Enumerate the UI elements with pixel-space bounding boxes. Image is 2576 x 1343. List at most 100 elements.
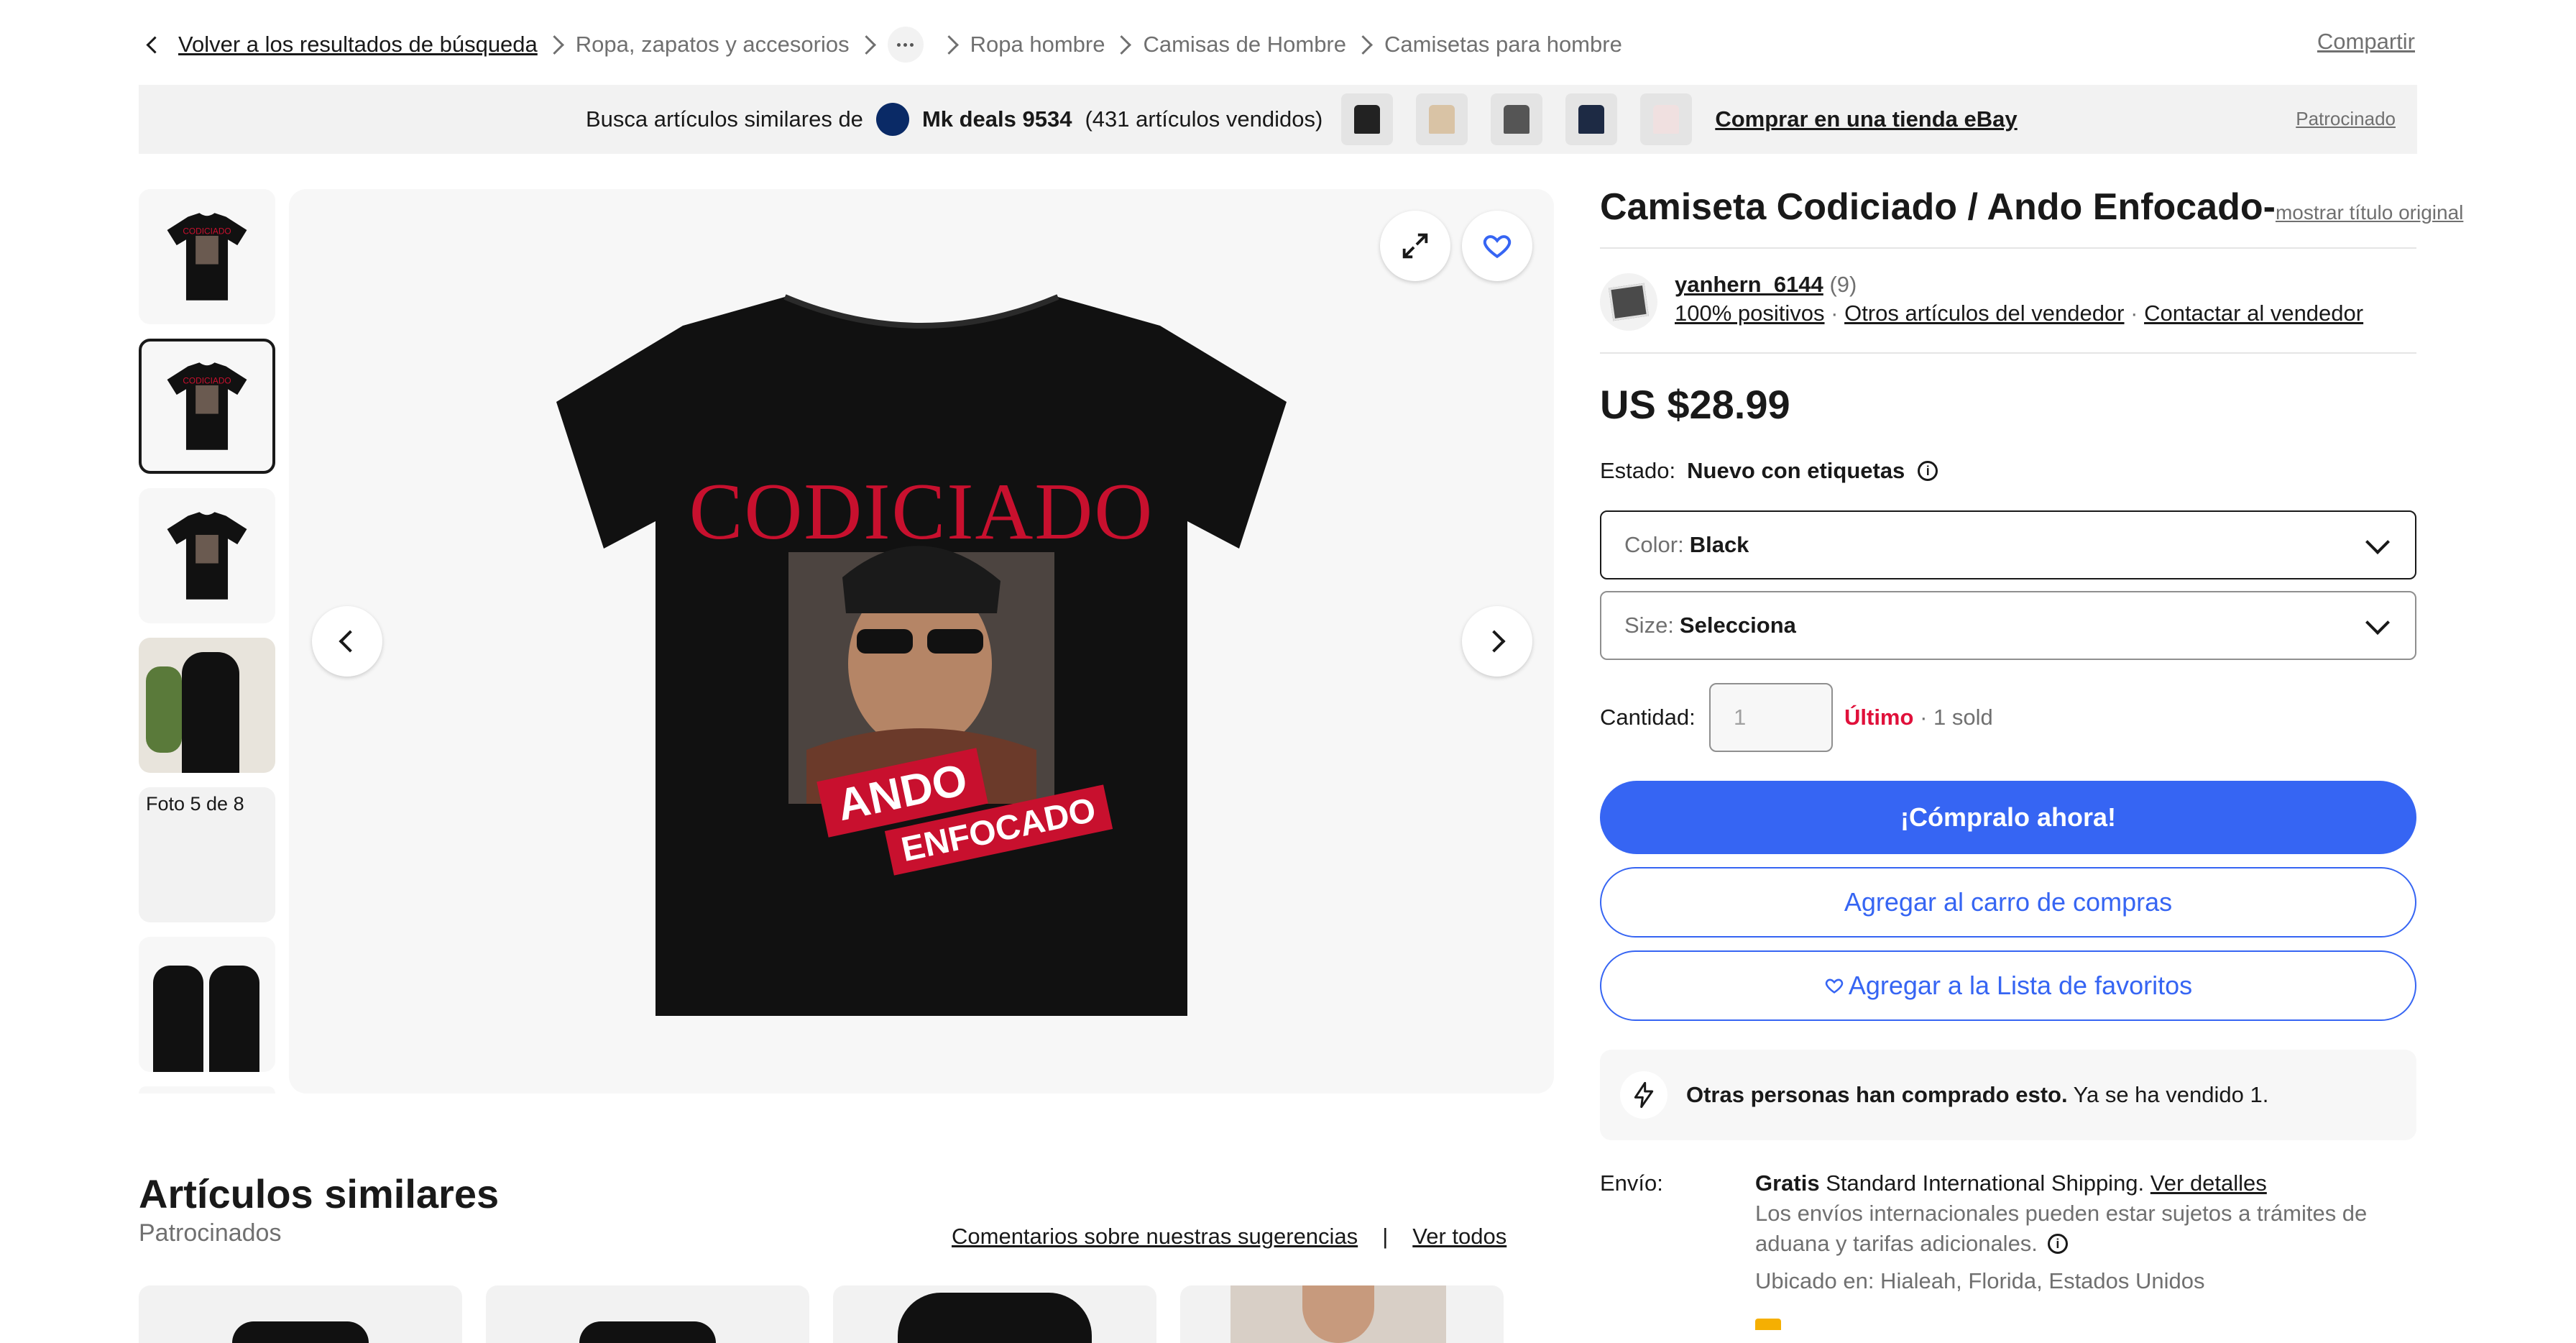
sold-count: · 1 sold <box>1920 705 1993 730</box>
photo-counter: Foto 5 de 8 <box>146 793 244 815</box>
tshirt-thumb-icon <box>167 512 247 600</box>
fullscreen-button[interactable] <box>1380 211 1450 281</box>
similar-thumb[interactable] <box>1640 93 1693 145</box>
main-product-image[interactable]: CODICIADO ANDO ENFOCADO <box>289 189 1554 1094</box>
add-to-watchlist-button[interactable]: Agregar a la Lista de favoritos <box>1600 950 2416 1021</box>
condition-row: Estado: Nuevo con etiquetas i <box>1600 458 1938 484</box>
quantity-input[interactable]: 1 <box>1709 683 1833 752</box>
tshirt-thumb-icon: CODICIADO <box>167 362 247 450</box>
price: US $28.99 <box>1600 382 1790 427</box>
print-top-text: CODICIADO <box>689 467 1154 556</box>
similar-item-card[interactable] <box>486 1285 809 1343</box>
breadcrumb-item-men[interactable]: Ropa hombre <box>970 32 1105 58</box>
item-location: Ubicado en: Hialeah, Florida, Estados Un… <box>1755 1268 2205 1293</box>
back-to-results-link[interactable]: Volver a los resultados de búsqueda <box>178 32 538 58</box>
gallery-thumb[interactable] <box>139 488 275 623</box>
tshirt-image <box>556 294 1287 1016</box>
seller-links-row: 100% positivos · Otros artículos del ven… <box>1675 301 2364 326</box>
breadcrumb-item-tshirts[interactable]: Camisetas para hombre <box>1384 32 1622 58</box>
color-label: Color: <box>1624 532 1684 557</box>
similar-thumb[interactable] <box>1416 93 1468 145</box>
similar-bar-content: Busca artículos similares de Mk deals 95… <box>586 85 2018 154</box>
store-logo-icon[interactable] <box>875 103 909 136</box>
info-icon[interactable]: i <box>1918 461 1938 481</box>
svg-text:CODICIADO: CODICIADO <box>183 226 231 236</box>
similar-thumb[interactable] <box>1341 93 1394 145</box>
quantity-status: Último · 1 sold <box>1844 705 1993 730</box>
chevron-left-icon[interactable] <box>146 35 164 54</box>
quantity-label: Cantidad: <box>1600 705 1696 730</box>
seller-avatar[interactable] <box>1600 273 1657 331</box>
size-label: Size: <box>1624 613 1674 638</box>
store-name[interactable]: Mk deals 9534 <box>922 106 1072 132</box>
similar-items-bar: Busca artículos similares de Mk deals 95… <box>139 85 2417 154</box>
gallery-thumb[interactable] <box>139 638 275 773</box>
buy-now-button[interactable]: ¡Cómpralo ahora! <box>1600 781 2416 854</box>
photo-counter-tile: Foto 5 de 8 <box>139 787 275 922</box>
color-value: Black <box>1689 532 1749 557</box>
social-proof-bold: Otras personas han comprado esto. <box>1686 1082 2068 1107</box>
see-all-link[interactable]: Ver todos <box>1412 1224 1506 1250</box>
product-title-block: Camiseta Codiciado / Ando Enfocado-mostr… <box>1600 185 2463 229</box>
lightning-icon <box>1620 1071 1668 1119</box>
divider <box>1600 247 2416 249</box>
heart-icon <box>1483 235 1512 259</box>
next-image-button[interactable] <box>1462 606 1532 677</box>
chevron-right-icon <box>856 35 876 55</box>
chevron-right-icon <box>1112 35 1132 55</box>
similar-item-card[interactable] <box>1180 1285 1504 1343</box>
previous-image-button[interactable] <box>312 606 382 677</box>
share-link[interactable]: Compartir <box>2317 29 2415 55</box>
svg-text:CODICIADO: CODICIADO <box>183 375 231 385</box>
chevron-right-icon <box>939 35 959 55</box>
shipping-note-2: aduana y tarifas adicionales. <box>1755 1231 2038 1256</box>
shipping-details-link[interactable]: Ver detalles <box>2150 1170 2267 1196</box>
seller-other-items-link[interactable]: Otros artículos del vendedor <box>1844 301 2124 326</box>
shop-store-link[interactable]: Comprar en una tienda eBay <box>1715 106 2017 132</box>
shipping-free: Gratis <box>1755 1170 1820 1196</box>
similar-item-card[interactable] <box>139 1285 462 1343</box>
social-proof-text: Ya se ha vendido 1. <box>2073 1082 2269 1107</box>
watch-heart-button[interactable] <box>1462 211 1532 281</box>
shipping-note-2-row: aduana y tarifas adicionales. i <box>1755 1231 2068 1257</box>
tshirt-thumb-icon: CODICIADO <box>167 213 247 301</box>
heart-icon <box>1825 978 1844 994</box>
size-select[interactable]: Size: Selecciona <box>1600 591 2416 660</box>
breadcrumb: Volver a los resultados de búsqueda Ropa… <box>140 27 1622 63</box>
similar-items-sponsored: Patrocinados <box>139 1219 282 1247</box>
size-value: Selecciona <box>1679 613 1796 638</box>
social-proof-banner: Otras personas han comprado esto. Ya se … <box>1600 1050 2416 1140</box>
condition-value: Nuevo con etiquetas <box>1687 458 1905 483</box>
add-to-cart-button[interactable]: Agregar al carro de compras <box>1600 867 2416 938</box>
similar-item-card[interactable] <box>833 1285 1156 1343</box>
color-select[interactable]: Color: Black <box>1600 510 2416 579</box>
similar-thumb[interactable] <box>1565 93 1618 145</box>
similar-bar-prefix: Busca artículos similares de <box>586 106 863 132</box>
chevron-left-icon <box>339 630 362 653</box>
feedback-link[interactable]: Comentarios sobre nuestras sugerencias <box>952 1224 1358 1250</box>
chevron-right-icon <box>1353 35 1373 55</box>
chevron-down-icon <box>2365 530 2390 554</box>
chevron-right-icon <box>1483 630 1506 653</box>
info-icon[interactable]: i <box>2047 1234 2068 1254</box>
shipping-label: Envío: <box>1600 1170 1663 1196</box>
last-item-badge: Último <box>1844 705 1914 730</box>
gallery-thumb[interactable] <box>139 1086 275 1094</box>
more-breadcrumbs-button[interactable] <box>887 27 924 63</box>
gallery-thumb[interactable] <box>139 937 275 1072</box>
gallery-thumb-selected[interactable]: CODICIADO <box>139 339 275 474</box>
breadcrumb-item-shirts[interactable]: Camisas de Hombre <box>1143 32 1346 58</box>
add-to-watchlist-label: Agregar a la Lista de favoritos <box>1848 971 2193 1000</box>
shipping-note-1: Los envíos internacionales pueden estar … <box>1755 1201 2368 1226</box>
delivery-icon <box>1755 1319 1781 1330</box>
chevron-right-icon <box>544 35 564 55</box>
seller-name[interactable]: yanhern_6144 <box>1675 272 1823 297</box>
gallery-thumb[interactable]: CODICIADO <box>139 189 275 324</box>
contact-seller-link[interactable]: Contactar al vendedor <box>2144 301 2363 326</box>
show-original-title-link[interactable]: mostrar título original <box>2276 201 2463 224</box>
similar-thumb[interactable] <box>1491 93 1543 145</box>
breadcrumb-item-clothing[interactable]: Ropa, zapatos y accesorios <box>576 32 850 58</box>
seller-positive-link[interactable]: 100% positivos <box>1675 301 1825 326</box>
chevron-down-icon <box>2365 610 2390 635</box>
sponsored-label[interactable]: Patrocinado <box>2296 108 2396 130</box>
